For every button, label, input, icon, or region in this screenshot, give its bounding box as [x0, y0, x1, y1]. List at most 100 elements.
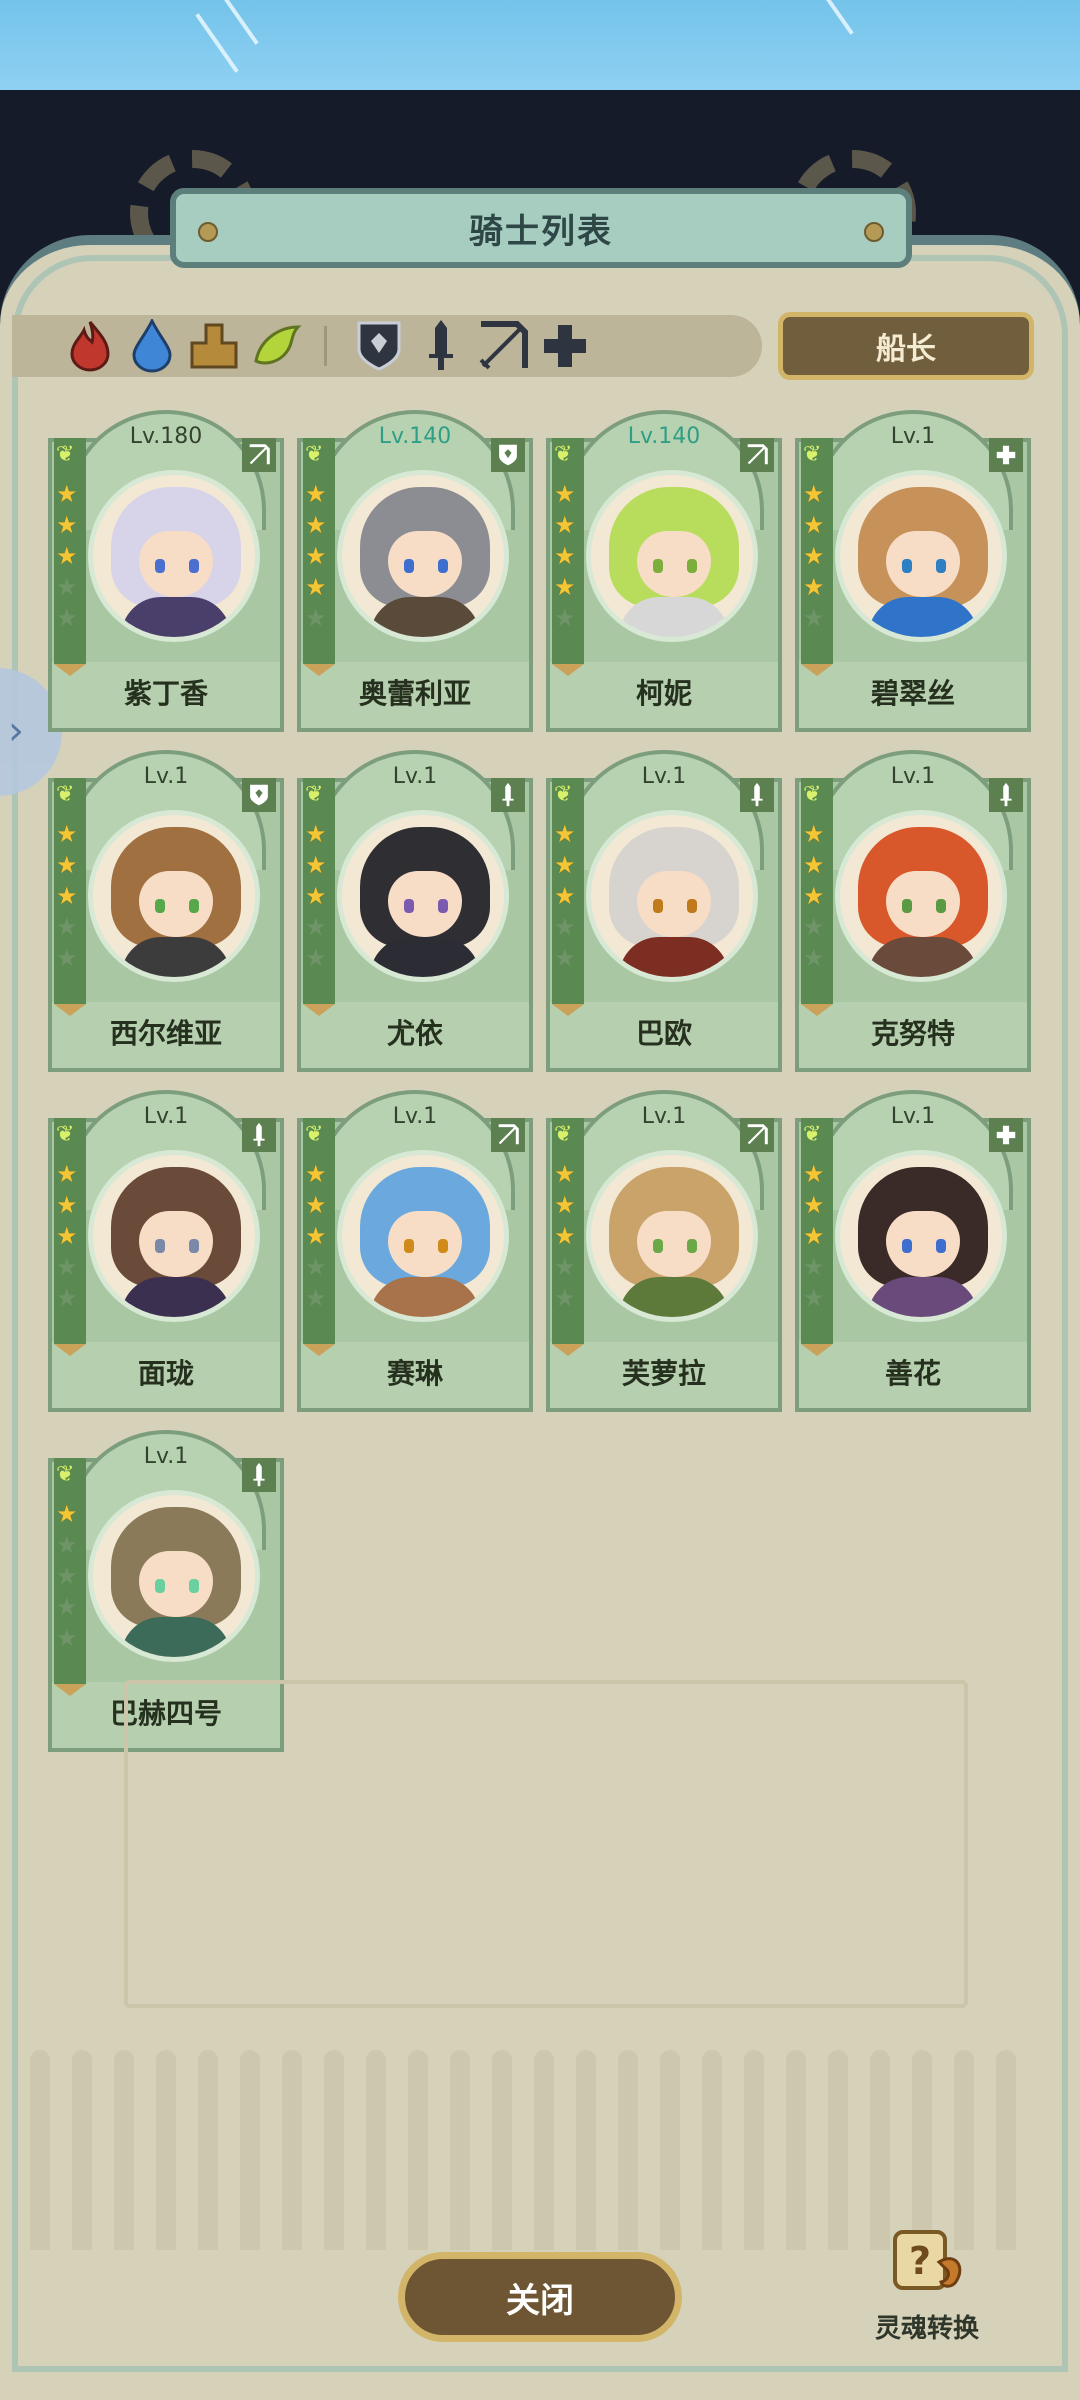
star-icon: ★	[305, 851, 327, 879]
star-icon: ★	[56, 1160, 78, 1188]
knight-level: Lv.1	[641, 1104, 687, 1129]
star-icon: ★	[305, 1284, 327, 1312]
star-rating: ★ ★ ★ ★ ★	[56, 1500, 84, 1653]
knight-card[interactable]: ❦ ★ ★ ★ ★ ★ Lv.1 尤依	[297, 750, 533, 1072]
star-icon: ★	[554, 820, 576, 848]
star-icon: ★	[56, 1624, 78, 1652]
knight-name: 奥蕾利亚	[358, 677, 471, 710]
knight-portrait	[586, 810, 758, 982]
star-icon: ★	[56, 511, 78, 539]
pillar	[492, 2050, 512, 2250]
star-icon: ★	[305, 1160, 327, 1188]
star-icon: ★	[305, 542, 327, 570]
knight-card[interactable]: ❦ ★ ★ ★ ★ ★ Lv.1 面珑	[48, 1090, 284, 1412]
wind-element-icon: ❦	[305, 782, 324, 807]
knight-name: 赛琳	[386, 1357, 443, 1390]
knight-card[interactable]: ❦ ★ ★ ★ ★ ★ Lv.1 巴欧	[546, 750, 782, 1072]
star-icon: ★	[305, 480, 327, 508]
soul-transfer-button[interactable]: ? 灵魂转换	[862, 2222, 992, 2362]
knight-card[interactable]: ❦ ★ ★ ★ ★ ★ Lv.180 紫丁香	[48, 410, 284, 732]
star-icon: ★	[56, 480, 78, 508]
water-filter-button[interactable]	[124, 318, 180, 374]
earth-filter-button[interactable]	[186, 318, 242, 374]
pillar	[30, 2050, 50, 2250]
star-icon: ★	[554, 604, 576, 632]
knight-level: Lv.1	[890, 1104, 936, 1129]
star-icon: ★	[803, 882, 825, 910]
bow-icon	[479, 321, 528, 370]
star-icon: ★	[56, 851, 78, 879]
wind-element-icon: ❦	[554, 782, 573, 807]
wind-element-icon: ❦	[56, 782, 75, 807]
knight-level: Lv.1	[143, 1104, 189, 1129]
pillar	[744, 2050, 764, 2250]
svg-text:?: ?	[909, 2239, 931, 2283]
star-icon: ★	[803, 944, 825, 972]
knight-card[interactable]: ❦ ★ ★ ★ ★ ★ Lv.140 奥蕾利亚	[297, 410, 533, 732]
star-rating: ★ ★ ★ ★ ★	[305, 820, 333, 973]
pillar	[366, 2050, 386, 2250]
knight-card[interactable]: ❦ ★ ★ ★ ★ ★ Lv.1 赛琳	[297, 1090, 533, 1412]
knight-name: 尤依	[386, 1017, 443, 1050]
knight-card[interactable]: ❦ ★ ★ ★ ★ ★ Lv.1 碧翠丝	[795, 410, 1031, 732]
wind-element-icon: ❦	[803, 442, 822, 467]
star-icon: ★	[56, 820, 78, 848]
knight-portrait	[88, 1150, 260, 1322]
wind-element-icon: ❦	[56, 442, 75, 467]
star-icon: ★	[305, 1222, 327, 1250]
knight-card[interactable]: ❦ ★ ★ ★ ★ ★ Lv.1 善花	[795, 1090, 1031, 1412]
wind-filter-button[interactable]	[248, 318, 304, 374]
pillar	[870, 2050, 890, 2250]
knight-portrait	[835, 810, 1007, 982]
shield-filter-button[interactable]	[351, 318, 407, 374]
star-rating: ★ ★ ★ ★ ★	[554, 1160, 582, 1313]
pillar	[282, 2050, 302, 2250]
sword-filter-button[interactable]	[413, 318, 469, 374]
star-rating: ★ ★ ★ ★ ★	[554, 820, 582, 973]
knight-level: Lv.1	[890, 424, 936, 449]
star-icon: ★	[554, 573, 576, 601]
knight-level: Lv.140	[627, 424, 701, 449]
shield-icon	[491, 438, 525, 472]
knight-name: 芙萝拉	[621, 1357, 706, 1390]
knight-portrait	[337, 810, 509, 982]
wind-icon	[254, 325, 302, 365]
sword-icon	[429, 320, 453, 370]
star-icon: ★	[554, 1222, 576, 1250]
sword-icon	[491, 778, 525, 812]
cross-icon	[989, 1118, 1023, 1152]
knight-name: 善花	[884, 1357, 941, 1390]
knight-level: Lv.1	[143, 764, 189, 789]
star-rating: ★ ★ ★ ★ ★	[803, 480, 831, 633]
wind-element-icon: ❦	[803, 1122, 822, 1147]
bow-icon	[740, 1118, 774, 1152]
bow-filter-button[interactable]	[475, 318, 531, 374]
star-rating: ★ ★ ★ ★ ★	[803, 1160, 831, 1313]
star-icon: ★	[803, 1160, 825, 1188]
knight-card[interactable]: ❦ ★ ★ ★ ★ ★ Lv.140 柯妮	[546, 410, 782, 732]
knight-portrait	[835, 470, 1007, 642]
star-icon: ★	[803, 480, 825, 508]
captain-button[interactable]: 船长	[778, 312, 1034, 380]
star-icon: ★	[554, 480, 576, 508]
star-icon: ★	[56, 573, 78, 601]
star-icon: ★	[56, 1253, 78, 1281]
knight-level: Lv.1	[641, 764, 687, 789]
star-icon: ★	[554, 1284, 576, 1312]
knight-portrait	[88, 1490, 260, 1662]
cross-filter-button[interactable]	[537, 318, 593, 374]
star-icon: ★	[554, 1160, 576, 1188]
knight-card[interactable]: ❦ ★ ★ ★ ★ ★ Lv.1 芙萝拉	[546, 1090, 782, 1412]
star-icon: ★	[554, 511, 576, 539]
fire-filter-button[interactable]	[62, 318, 118, 374]
close-button[interactable]: 关闭	[398, 2252, 682, 2342]
knight-card[interactable]: ❦ ★ ★ ★ ★ ★ Lv.1 西尔维亚	[48, 750, 284, 1072]
knight-name: 面珑	[137, 1357, 194, 1390]
soul-transfer-icon: ?	[887, 2222, 967, 2302]
star-icon: ★	[554, 944, 576, 972]
chevron-right-icon: ›	[8, 708, 24, 754]
knight-card[interactable]: ❦ ★ ★ ★ ★ ★ Lv.1 克努特	[795, 750, 1031, 1072]
star-rating: ★ ★ ★ ★ ★	[56, 820, 84, 973]
star-icon: ★	[56, 913, 78, 941]
star-icon: ★	[305, 913, 327, 941]
